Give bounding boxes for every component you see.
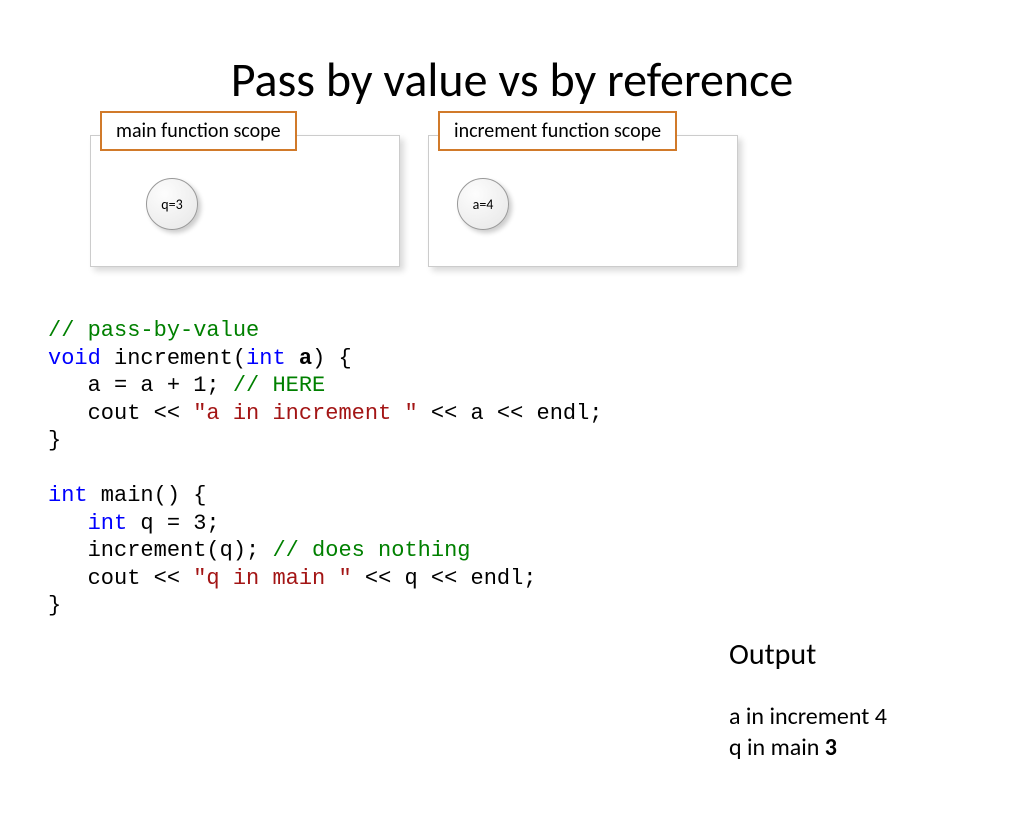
output-value: 3	[825, 733, 837, 762]
code-param: a	[299, 346, 312, 371]
code-text: q = 3;	[127, 511, 219, 536]
code-string: "a in increment "	[193, 401, 417, 426]
code-comment: // HERE	[233, 373, 325, 398]
code-text: << q << endl;	[352, 566, 537, 591]
code-text: main() {	[88, 483, 207, 508]
main-scope-box: main function scope q=3	[90, 129, 400, 267]
code-comment: // pass-by-value	[48, 318, 259, 343]
slide-title: Pass by value vs by reference	[0, 50, 1024, 109]
code-block: // pass-by-value void increment(int a) {…	[48, 317, 1024, 620]
output-block: Output a in increment 4 q in main 3	[729, 636, 979, 763]
code-text: increment(	[101, 346, 246, 371]
code-string: "q in main "	[193, 566, 351, 591]
code-keyword: int	[246, 346, 286, 371]
output-line-1: a in increment 4	[729, 701, 979, 732]
code-text: ) {	[312, 346, 352, 371]
scope-diagram: main function scope q=3 increment functi…	[90, 129, 1024, 267]
output-line-2: q in main 3	[729, 732, 979, 763]
main-scope-body: q=3	[90, 135, 400, 267]
code-text	[48, 511, 88, 536]
code-text: increment(q);	[48, 538, 272, 563]
output-text: q in main	[729, 733, 825, 762]
output-title: Output	[729, 636, 979, 673]
code-comment: // does nothing	[272, 538, 470, 563]
code-keyword: int	[48, 483, 88, 508]
code-text: cout <<	[48, 401, 193, 426]
increment-scope-body: a=4	[428, 135, 738, 267]
main-scope-label: main function scope	[100, 111, 297, 151]
increment-scope-box: increment function scope a=4	[428, 129, 738, 267]
code-text: }	[48, 593, 61, 618]
code-text: }	[48, 428, 61, 453]
code-keyword: void	[48, 346, 101, 371]
code-keyword: int	[88, 511, 128, 536]
code-text: a = a + 1;	[48, 373, 233, 398]
code-text: cout <<	[48, 566, 193, 591]
variable-a: a=4	[457, 178, 509, 230]
increment-scope-label: increment function scope	[438, 111, 677, 151]
code-text	[286, 346, 299, 371]
code-text: << a << endl;	[418, 401, 603, 426]
variable-q: q=3	[146, 178, 198, 230]
